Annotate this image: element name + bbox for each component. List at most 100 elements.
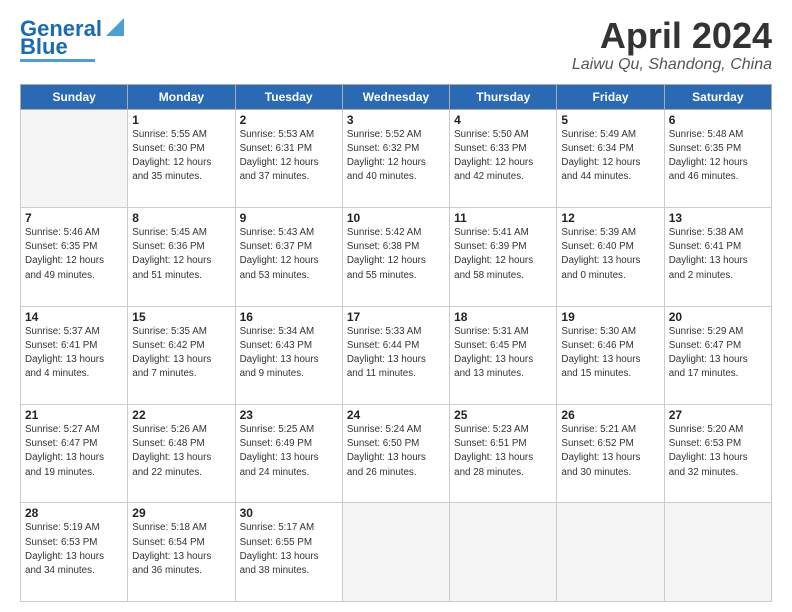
calendar-cell: 30Sunrise: 5:17 AM Sunset: 6:55 PM Dayli… [235, 503, 342, 602]
logo-icon [104, 16, 126, 38]
day-number: 26 [561, 408, 659, 422]
calendar-cell: 11Sunrise: 5:41 AM Sunset: 6:39 PM Dayli… [450, 208, 557, 306]
logo-blue: Blue [20, 36, 68, 58]
calendar-week-2: 7Sunrise: 5:46 AM Sunset: 6:35 PM Daylig… [21, 208, 772, 306]
day-info: Sunrise: 5:20 AM Sunset: 6:53 PM Dayligh… [669, 423, 767, 480]
calendar-cell: 17Sunrise: 5:33 AM Sunset: 6:44 PM Dayli… [342, 306, 449, 404]
title-block: April 2024 Laiwu Qu, Shandong, China [572, 16, 772, 74]
day-number: 12 [561, 211, 659, 225]
calendar-cell: 24Sunrise: 5:24 AM Sunset: 6:50 PM Dayli… [342, 405, 449, 503]
day-info: Sunrise: 5:49 AM Sunset: 6:34 PM Dayligh… [561, 128, 659, 185]
day-number: 25 [454, 408, 552, 422]
day-info: Sunrise: 5:37 AM Sunset: 6:41 PM Dayligh… [25, 325, 123, 382]
calendar-week-1: 1Sunrise: 5:55 AM Sunset: 6:30 PM Daylig… [21, 109, 772, 207]
day-number: 2 [240, 113, 338, 127]
calendar-cell: 27Sunrise: 5:20 AM Sunset: 6:53 PM Dayli… [664, 405, 771, 503]
page: General Blue April 2024 Laiwu Qu, Shando… [0, 0, 792, 612]
day-info: Sunrise: 5:24 AM Sunset: 6:50 PM Dayligh… [347, 423, 445, 480]
day-info: Sunrise: 5:46 AM Sunset: 6:35 PM Dayligh… [25, 226, 123, 283]
day-number: 18 [454, 310, 552, 324]
calendar-week-4: 21Sunrise: 5:27 AM Sunset: 6:47 PM Dayli… [21, 405, 772, 503]
day-number: 11 [454, 211, 552, 225]
day-number: 13 [669, 211, 767, 225]
day-number: 29 [132, 506, 230, 520]
calendar-cell [664, 503, 771, 602]
day-number: 1 [132, 113, 230, 127]
calendar-cell: 26Sunrise: 5:21 AM Sunset: 6:52 PM Dayli… [557, 405, 664, 503]
day-info: Sunrise: 5:52 AM Sunset: 6:32 PM Dayligh… [347, 128, 445, 185]
calendar-cell: 28Sunrise: 5:19 AM Sunset: 6:53 PM Dayli… [21, 503, 128, 602]
logo-underline [20, 59, 95, 62]
day-info: Sunrise: 5:23 AM Sunset: 6:51 PM Dayligh… [454, 423, 552, 480]
day-info: Sunrise: 5:35 AM Sunset: 6:42 PM Dayligh… [132, 325, 230, 382]
day-info: Sunrise: 5:39 AM Sunset: 6:40 PM Dayligh… [561, 226, 659, 283]
calendar-cell: 20Sunrise: 5:29 AM Sunset: 6:47 PM Dayli… [664, 306, 771, 404]
logo: General Blue [20, 16, 126, 62]
day-number: 23 [240, 408, 338, 422]
day-number: 5 [561, 113, 659, 127]
day-info: Sunrise: 5:26 AM Sunset: 6:48 PM Dayligh… [132, 423, 230, 480]
calendar-cell: 29Sunrise: 5:18 AM Sunset: 6:54 PM Dayli… [128, 503, 235, 602]
day-info: Sunrise: 5:31 AM Sunset: 6:45 PM Dayligh… [454, 325, 552, 382]
day-number: 9 [240, 211, 338, 225]
day-number: 14 [25, 310, 123, 324]
day-number: 28 [25, 506, 123, 520]
day-number: 16 [240, 310, 338, 324]
day-info: Sunrise: 5:33 AM Sunset: 6:44 PM Dayligh… [347, 325, 445, 382]
day-number: 10 [347, 211, 445, 225]
calendar-cell [450, 503, 557, 602]
calendar-cell: 7Sunrise: 5:46 AM Sunset: 6:35 PM Daylig… [21, 208, 128, 306]
weekday-header-tuesday: Tuesday [235, 84, 342, 109]
day-number: 20 [669, 310, 767, 324]
day-info: Sunrise: 5:45 AM Sunset: 6:36 PM Dayligh… [132, 226, 230, 283]
day-info: Sunrise: 5:43 AM Sunset: 6:37 PM Dayligh… [240, 226, 338, 283]
day-number: 3 [347, 113, 445, 127]
day-info: Sunrise: 5:17 AM Sunset: 6:55 PM Dayligh… [240, 521, 338, 578]
day-number: 30 [240, 506, 338, 520]
day-info: Sunrise: 5:18 AM Sunset: 6:54 PM Dayligh… [132, 521, 230, 578]
day-info: Sunrise: 5:19 AM Sunset: 6:53 PM Dayligh… [25, 521, 123, 578]
calendar-cell: 21Sunrise: 5:27 AM Sunset: 6:47 PM Dayli… [21, 405, 128, 503]
calendar: SundayMondayTuesdayWednesdayThursdayFrid… [20, 84, 772, 602]
weekday-header-saturday: Saturday [664, 84, 771, 109]
day-number: 27 [669, 408, 767, 422]
calendar-week-3: 14Sunrise: 5:37 AM Sunset: 6:41 PM Dayli… [21, 306, 772, 404]
day-info: Sunrise: 5:29 AM Sunset: 6:47 PM Dayligh… [669, 325, 767, 382]
calendar-cell: 14Sunrise: 5:37 AM Sunset: 6:41 PM Dayli… [21, 306, 128, 404]
calendar-cell [342, 503, 449, 602]
weekday-header-wednesday: Wednesday [342, 84, 449, 109]
location-title: Laiwu Qu, Shandong, China [572, 56, 772, 74]
day-info: Sunrise: 5:25 AM Sunset: 6:49 PM Dayligh… [240, 423, 338, 480]
weekday-header-friday: Friday [557, 84, 664, 109]
day-info: Sunrise: 5:53 AM Sunset: 6:31 PM Dayligh… [240, 128, 338, 185]
day-number: 24 [347, 408, 445, 422]
calendar-cell: 25Sunrise: 5:23 AM Sunset: 6:51 PM Dayli… [450, 405, 557, 503]
calendar-cell: 2Sunrise: 5:53 AM Sunset: 6:31 PM Daylig… [235, 109, 342, 207]
calendar-cell: 12Sunrise: 5:39 AM Sunset: 6:40 PM Dayli… [557, 208, 664, 306]
day-number: 15 [132, 310, 230, 324]
calendar-cell: 3Sunrise: 5:52 AM Sunset: 6:32 PM Daylig… [342, 109, 449, 207]
calendar-cell [21, 109, 128, 207]
day-info: Sunrise: 5:21 AM Sunset: 6:52 PM Dayligh… [561, 423, 659, 480]
day-info: Sunrise: 5:34 AM Sunset: 6:43 PM Dayligh… [240, 325, 338, 382]
calendar-cell: 15Sunrise: 5:35 AM Sunset: 6:42 PM Dayli… [128, 306, 235, 404]
calendar-cell [557, 503, 664, 602]
day-info: Sunrise: 5:30 AM Sunset: 6:46 PM Dayligh… [561, 325, 659, 382]
month-title: April 2024 [572, 16, 772, 56]
calendar-week-5: 28Sunrise: 5:19 AM Sunset: 6:53 PM Dayli… [21, 503, 772, 602]
calendar-cell: 8Sunrise: 5:45 AM Sunset: 6:36 PM Daylig… [128, 208, 235, 306]
calendar-cell: 6Sunrise: 5:48 AM Sunset: 6:35 PM Daylig… [664, 109, 771, 207]
calendar-cell: 5Sunrise: 5:49 AM Sunset: 6:34 PM Daylig… [557, 109, 664, 207]
calendar-cell: 22Sunrise: 5:26 AM Sunset: 6:48 PM Dayli… [128, 405, 235, 503]
calendar-cell: 23Sunrise: 5:25 AM Sunset: 6:49 PM Dayli… [235, 405, 342, 503]
calendar-cell: 9Sunrise: 5:43 AM Sunset: 6:37 PM Daylig… [235, 208, 342, 306]
calendar-cell: 18Sunrise: 5:31 AM Sunset: 6:45 PM Dayli… [450, 306, 557, 404]
calendar-cell: 16Sunrise: 5:34 AM Sunset: 6:43 PM Dayli… [235, 306, 342, 404]
day-info: Sunrise: 5:38 AM Sunset: 6:41 PM Dayligh… [669, 226, 767, 283]
day-info: Sunrise: 5:50 AM Sunset: 6:33 PM Dayligh… [454, 128, 552, 185]
header: General Blue April 2024 Laiwu Qu, Shando… [20, 16, 772, 74]
day-number: 22 [132, 408, 230, 422]
day-number: 19 [561, 310, 659, 324]
weekday-header-monday: Monday [128, 84, 235, 109]
calendar-cell: 1Sunrise: 5:55 AM Sunset: 6:30 PM Daylig… [128, 109, 235, 207]
